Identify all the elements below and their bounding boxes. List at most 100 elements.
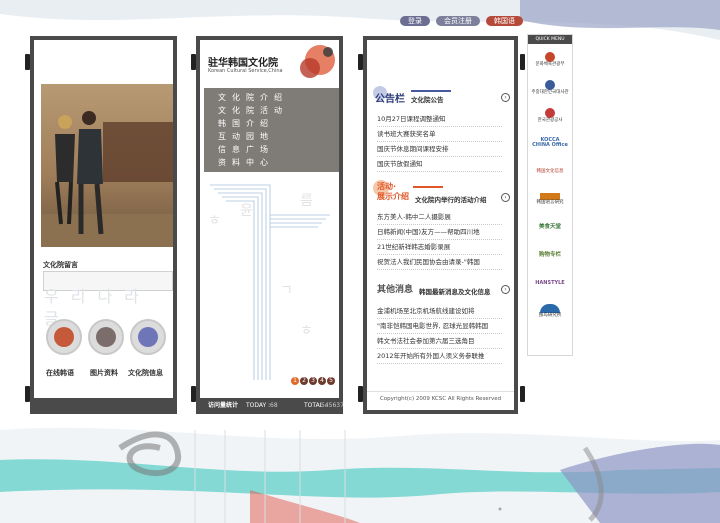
activities-list: 东方美人-韩中二人摄影展 日韩新闻(中国)友方——帮助四川地 21世纪新祥韩志婚… <box>377 210 502 270</box>
quick-menu: QUICK MENU 문화체육관광부 주중대한민국대사관 한국관광공사 KOCC… <box>527 34 573 356</box>
notice-list: 10月27日课程调整通知 读书班大赛获奖名单 国庆节休息期间课程安排 国庆节放假… <box>377 112 502 172</box>
right-panel: 公告栏 文化院公告 › 10月27日课程调整通知 读书班大赛获奖名单 国庆节休息… <box>358 36 525 414</box>
menu-item-community[interactable]: 互动园地 <box>204 130 339 143</box>
list-item[interactable]: "南非恺韩国电影世界, 忍球光显韩韩国 <box>377 319 502 334</box>
quick-link-kocca[interactable]: KOCCA CHINA Office <box>531 130 569 156</box>
activities-title-line2: 展示介绍 <box>377 192 409 201</box>
dokdo-icon <box>540 304 560 313</box>
site-title[interactable]: 驻华韩国文化院 <box>208 54 278 69</box>
list-item[interactable]: 金浦机场至北京机场航线建设如将 <box>377 304 502 319</box>
line-pattern: ㅎ윤름 ㄱㅎ <box>208 184 330 380</box>
page-2-button[interactable]: 2 <box>300 377 308 385</box>
pagination: 12345 <box>291 376 336 385</box>
news-more-icon[interactable]: › <box>501 285 510 294</box>
page-5-button[interactable]: 5 <box>327 377 335 385</box>
list-item[interactable]: 日韩新闻(中国)友方——帮助四川地 <box>377 225 502 240</box>
panel-hinge <box>520 54 525 70</box>
logo-icon <box>540 193 560 200</box>
panel-hinge <box>25 54 30 70</box>
quick-link-dokdo[interactable]: 独岛研究所 <box>531 298 569 324</box>
left-panel: 文化院留言 우리나라글 在线韩语 图片资料 文化院信息 <box>25 36 177 414</box>
list-item[interactable]: 韩文书法社会参加第六届三选角目 <box>377 334 502 349</box>
guestbook-title: 文化院留言 <box>43 261 78 269</box>
register-button[interactable]: 会员注册 <box>436 16 480 26</box>
list-item[interactable]: 10月27日课程调整通知 <box>377 112 502 127</box>
main-menu: 文化院介绍 文化院活动 韩国介绍 互动园地 信息广场 资料中心 <box>204 88 339 172</box>
today-count: 68 <box>270 402 278 409</box>
quick-menu-title: QUICK MENU <box>528 35 572 44</box>
menu-item-korea[interactable]: 韩国介绍 <box>204 117 339 130</box>
list-item[interactable]: 国庆节休息期间课程安排 <box>377 142 502 157</box>
copyright-text: Copyright(c) 2009 KCSC All Rights Reserv… <box>379 396 502 402</box>
notice-more-icon[interactable]: › <box>501 93 510 102</box>
top-nav: 登录 会员注册 韩国语 <box>400 16 523 26</box>
notice-underline <box>411 90 451 92</box>
logo-icon <box>545 51 555 62</box>
middle-panel: 驻华韩国文化院 Korean Cultural Service,China 文化… <box>191 36 344 414</box>
news-list: 金浦机场至北京机场航线建设如将 "南非恺韩国电影世界, 忍球光显韩韩国 韩文书法… <box>377 304 502 364</box>
total-count: 545637 <box>321 402 344 409</box>
notice-subtitle: 文化院公告 <box>411 96 444 104</box>
menu-item-resources[interactable]: 资料中心 <box>204 156 339 169</box>
quick-link-shopping[interactable]: 购物专栏 <box>531 242 569 268</box>
photo-figures <box>41 111 173 247</box>
photo-gallery-label[interactable]: 图片资料 <box>90 368 118 378</box>
list-item[interactable]: 读书班大赛获奖名单 <box>377 127 502 142</box>
quick-link-mcst[interactable]: 문화체육관광부 <box>531 46 569 72</box>
svg-text:ㅎ: ㅎ <box>208 213 221 229</box>
panel-hinge <box>358 54 363 70</box>
activities-more-icon[interactable]: › <box>501 193 510 202</box>
panel-hinge <box>191 54 196 70</box>
visitor-bar: 访问量统计 TODAY : 68 TOTAL : 545637 <box>196 398 344 414</box>
activities-underline <box>413 186 443 188</box>
photo-frame-icon <box>96 327 116 347</box>
page-4-button[interactable]: 4 <box>318 377 326 385</box>
list-item[interactable]: 东方美人-韩中二人摄影展 <box>377 210 502 225</box>
svg-text:윤: 윤 <box>240 203 253 219</box>
menu-item-activities[interactable]: 文化院活动 <box>204 104 339 117</box>
news-subtitle: 韩国最新消息及文化信息 <box>419 288 491 296</box>
panel-hinge <box>358 386 363 402</box>
activities-subtitle: 文化院内举行的活动介绍 <box>415 196 487 204</box>
list-item[interactable]: 2012年开始所有外国人须义务参联推 <box>377 349 502 364</box>
quick-link-kto[interactable]: 한국관광공사 <box>531 102 569 128</box>
center-info-button[interactable] <box>130 319 166 355</box>
visitor-label: 访问量统计 <box>208 402 239 409</box>
list-item[interactable]: 国庆节放假通知 <box>377 157 502 172</box>
activities-title-line1: 活动· <box>377 182 397 191</box>
photo-gallery-button[interactable] <box>88 319 124 355</box>
online-korean-button[interactable] <box>46 319 82 355</box>
gallery-photo[interactable] <box>41 84 173 247</box>
activities-title: 活动· 展示介绍 <box>377 182 409 202</box>
today-label: TODAY : <box>246 402 271 409</box>
quick-link-embassy[interactable]: 주중대한민국대사관 <box>531 74 569 100</box>
logo-icon <box>545 107 555 118</box>
page-1-button[interactable]: 1 <box>291 377 299 385</box>
quick-link-culture-info[interactable]: 韩国文化信息 <box>531 158 569 184</box>
list-item[interactable]: 祝贺法人我们民国协会由请录-"韩国 <box>377 255 502 270</box>
quick-link-language[interactable]: 韩国语言研究 <box>531 186 569 212</box>
logo-icon <box>545 79 555 90</box>
svg-text:ㄱ: ㄱ <box>280 283 293 299</box>
copyright-bar: Copyright(c) 2009 KCSC All Rights Reserv… <box>367 391 514 406</box>
page-3-button[interactable]: 3 <box>309 377 317 385</box>
menu-item-about[interactable]: 文化院介绍 <box>204 91 339 104</box>
center-info-label[interactable]: 文化院信息 <box>128 368 163 378</box>
news-title: 其他消息 <box>377 285 414 295</box>
chat-bubble-icon <box>54 327 74 347</box>
login-button[interactable]: 登录 <box>400 16 430 26</box>
info-doc-icon <box>138 327 158 347</box>
menu-item-info[interactable]: 信息广场 <box>204 143 339 156</box>
svg-text:름: 름 <box>300 193 313 209</box>
online-korean-label[interactable]: 在线韩语 <box>46 368 74 378</box>
quick-link-hanstyle[interactable]: HANSTYLE <box>531 270 569 296</box>
quick-link-food[interactable]: 美食天堂 <box>531 214 569 240</box>
notice-title: 公告栏 <box>375 94 405 105</box>
site-subtitle: Korean Cultural Service,China <box>208 68 283 74</box>
korean-language-button[interactable]: 韩国语 <box>486 16 523 26</box>
panel-bottom-bar <box>30 398 177 414</box>
list-item[interactable]: 21世纪新祥韩志婚影录展 <box>377 240 502 255</box>
panel-hinge <box>520 386 525 402</box>
logo-circles <box>300 45 335 78</box>
svg-text:ㅎ: ㅎ <box>300 323 313 339</box>
